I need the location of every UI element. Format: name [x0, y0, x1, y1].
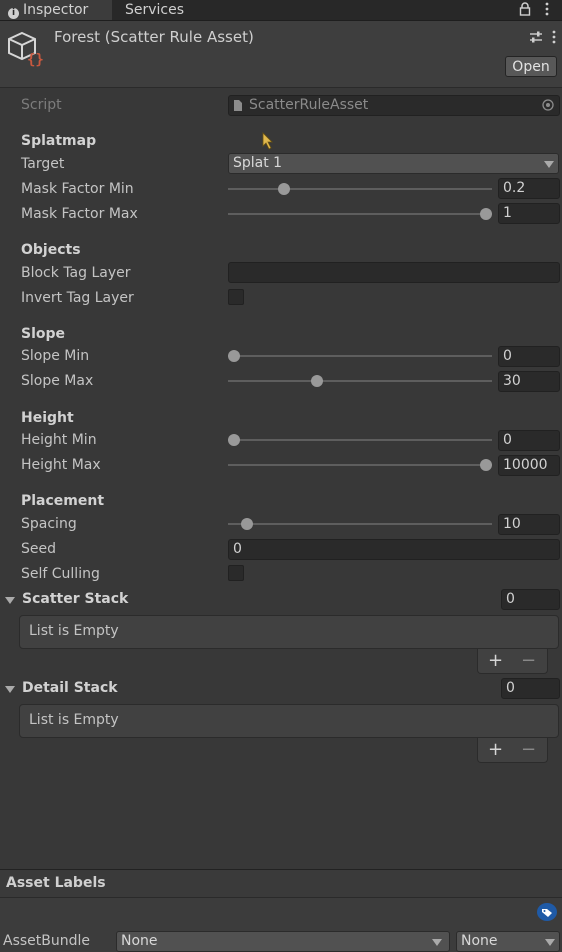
mask-max-label: Mask Factor Max [21, 206, 138, 222]
invert-tag-checkbox[interactable] [228, 289, 244, 305]
slope-min-slider-thumb[interactable] [228, 350, 240, 362]
chevron-down-icon [545, 939, 555, 946]
detail-stack-count[interactable]: 0 [501, 678, 560, 699]
minus-icon[interactable]: − [521, 649, 536, 672]
mouse-cursor-icon [262, 132, 273, 150]
scatter-stack-header[interactable]: Scatter Stack [22, 591, 128, 607]
detail-stack-empty-text: List is Empty [29, 712, 119, 728]
scriptable-object-icon: {} [8, 31, 44, 67]
mask-max-slider-thumb[interactable] [480, 208, 492, 220]
slope-max-field[interactable]: 30 [498, 371, 560, 392]
scatter-stack-list: List is Empty [19, 615, 559, 649]
height-max-slider-thumb[interactable] [480, 459, 492, 471]
invert-tag-label: Invert Tag Layer [21, 290, 134, 306]
kebab-menu-icon[interactable] [544, 2, 550, 16]
height-min-slider-thumb[interactable] [228, 434, 240, 446]
mask-max-slider-track[interactable] [228, 213, 492, 215]
asset-labels-title: Asset Labels [6, 875, 106, 891]
mask-max-field[interactable]: 1 [498, 203, 560, 224]
script-field[interactable]: ScatterRuleAsset [228, 95, 560, 116]
mask-min-field[interactable]: 0.2 [498, 178, 560, 199]
target-label: Target [21, 156, 65, 172]
seed-label: Seed [21, 541, 56, 557]
slope-max-slider-thumb[interactable] [311, 375, 324, 387]
slope-min-field[interactable]: 0 [498, 346, 560, 367]
seed-field[interactable]: 0 [228, 539, 560, 560]
slope-min-label: Slope Min [21, 348, 90, 364]
height-min-field[interactable]: 0 [498, 430, 560, 451]
script-value: ScatterRuleAsset [249, 97, 369, 113]
object-picker-icon[interactable] [542, 99, 554, 111]
tab-services-label: Services [125, 2, 185, 18]
header-menu-icon[interactable] [551, 30, 557, 44]
block-tag-label: Block Tag Layer [21, 265, 131, 281]
spacing-slider-track[interactable] [228, 523, 492, 525]
assetbundle-dropdown[interactable]: None [116, 931, 450, 952]
scatter-stack-footer: + − [477, 649, 548, 674]
detail-stack-list: List is Empty [19, 704, 559, 738]
scatter-stack-foldout-icon[interactable] [5, 597, 15, 604]
spacing-field[interactable]: 10 [498, 514, 560, 535]
splatmap-header: Splatmap [21, 133, 97, 149]
target-value: Splat 1 [233, 155, 283, 171]
height-max-field[interactable]: 10000 [498, 455, 560, 476]
mask-min-label: Mask Factor Min [21, 181, 134, 197]
lock-icon[interactable] [519, 2, 531, 16]
target-dropdown[interactable]: Splat 1 [228, 153, 559, 174]
chevron-down-icon [544, 161, 554, 168]
slope-header: Slope [21, 326, 66, 342]
assetbundle-variant-dropdown[interactable]: None [456, 931, 560, 952]
height-max-slider-track[interactable] [228, 464, 492, 466]
minus-icon[interactable]: − [521, 738, 536, 761]
scatter-stack-empty-text: List is Empty [29, 623, 119, 639]
block-tag-field[interactable] [228, 262, 560, 283]
mask-min-slider-thumb[interactable] [278, 183, 291, 195]
assetbundle-variant-value: None [461, 933, 498, 949]
sliders-icon[interactable] [529, 30, 543, 44]
scatter-stack-count[interactable]: 0 [501, 589, 560, 610]
open-button[interactable]: Open [505, 56, 557, 77]
chevron-down-icon [432, 939, 442, 946]
plus-icon[interactable]: + [488, 738, 503, 761]
asset-title: Forest (Scatter Rule Asset) [54, 28, 254, 46]
svg-text:{}: {} [27, 52, 44, 67]
info-icon: i [8, 8, 19, 19]
detail-stack-header[interactable]: Detail Stack [22, 680, 118, 696]
script-file-icon [234, 100, 242, 111]
height-min-label: Height Min [21, 432, 97, 448]
height-max-label: Height Max [21, 457, 101, 473]
tab-inspector[interactable]: i Inspector [0, 0, 112, 20]
plus-icon[interactable]: + [488, 649, 503, 672]
self-culling-label: Self Culling [21, 566, 100, 582]
slope-min-slider-track[interactable] [228, 355, 492, 357]
spacing-slider-thumb[interactable] [240, 518, 253, 530]
placement-header: Placement [21, 493, 105, 509]
slope-max-label: Slope Max [21, 373, 94, 389]
height-header: Height [21, 410, 74, 426]
objects-header: Objects [21, 242, 81, 258]
assetbundle-value: None [121, 933, 158, 949]
mask-min-slider-track[interactable] [228, 188, 492, 190]
detail-stack-foldout-icon[interactable] [5, 686, 15, 693]
assetbundle-label: AssetBundle [3, 933, 91, 949]
height-min-slider-track[interactable] [228, 439, 492, 441]
tab-services[interactable]: Services [112, 0, 222, 20]
self-culling-checkbox[interactable] [228, 565, 244, 581]
detail-stack-footer: + − [477, 738, 548, 763]
tag-icon[interactable] [537, 903, 557, 921]
tab-inspector-label: Inspector [23, 2, 89, 18]
script-label: Script [21, 97, 62, 113]
spacing-label: Spacing [21, 516, 77, 532]
slope-max-slider-track[interactable] [228, 380, 492, 382]
